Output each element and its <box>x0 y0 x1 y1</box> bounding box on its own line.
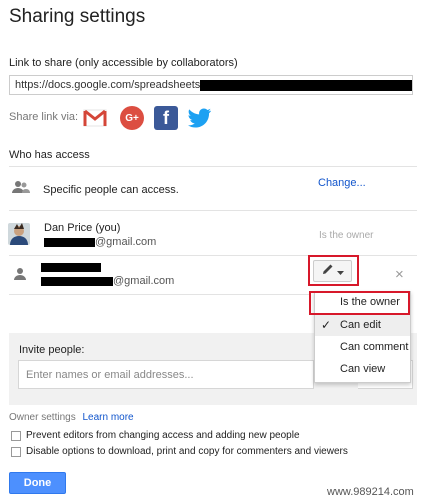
watermark: www.989214.com <box>327 486 414 498</box>
twitter-icon[interactable] <box>188 106 212 130</box>
redacted-name <box>41 263 101 272</box>
invite-label: Invite people: <box>19 344 85 356</box>
owner-role-label: Is the owner <box>319 230 374 241</box>
who-has-access-heading: Who has access <box>9 149 90 161</box>
divider <box>9 210 417 211</box>
checkmark-icon: ✓ <box>321 318 332 332</box>
google-plus-icon[interactable]: G+ <box>120 106 144 130</box>
highlight-box <box>309 291 410 315</box>
menu-item-label: Can view <box>340 363 386 375</box>
redacted-email <box>44 237 95 247</box>
facebook-icon[interactable]: f <box>154 106 178 130</box>
avatar <box>8 223 30 245</box>
disable-download-label: Disable options to download, print and c… <box>26 446 348 457</box>
menu-item-label: Can edit <box>340 319 381 331</box>
share-via-label: Share link via: <box>9 111 79 123</box>
prevent-editors-label: Prevent editors from changing access and… <box>26 430 300 441</box>
collaborator-email: @gmail.com <box>41 275 174 287</box>
menu-item-label: Can comment <box>340 341 409 353</box>
divider <box>9 294 309 295</box>
owner-email: @gmail.com <box>44 236 156 248</box>
menu-item-can-comment[interactable]: Can comment <box>315 337 410 358</box>
menu-item-can-edit[interactable]: ✓ Can edit <box>315 315 410 336</box>
invite-input[interactable]: Enter names or email addresses... <box>18 360 314 389</box>
share-link-url: https://docs.google.com/spreadsheets <box>15 79 201 91</box>
owner-name: Dan Price (you) <box>44 222 121 234</box>
change-access-link[interactable]: Change... <box>318 177 366 189</box>
disable-download-checkbox[interactable] <box>11 446 21 457</box>
google-plus-text: G+ <box>125 112 139 124</box>
menu-item-can-view[interactable]: Can view <box>315 359 410 380</box>
facebook-text: f <box>163 107 169 128</box>
divider <box>9 166 417 167</box>
learn-more-link[interactable]: Learn more <box>82 412 133 423</box>
owner-settings-row: Owner settings Learn more <box>9 412 134 423</box>
share-link-field[interactable]: https://docs.google.com/spreadsheets <box>9 75 413 95</box>
owner-settings-label: Owner settings <box>9 412 76 423</box>
option-row[interactable]: Prevent editors from changing access and… <box>11 430 300 441</box>
prevent-editors-checkbox[interactable] <box>11 430 21 441</box>
link-label: Link to share (only accessible by collab… <box>9 57 238 69</box>
gmail-icon[interactable] <box>83 106 107 130</box>
redacted-link-part <box>200 79 412 91</box>
owner-email-suffix: @gmail.com <box>95 236 157 248</box>
access-level-text: Specific people can access. <box>43 184 179 196</box>
done-button[interactable]: Done <box>9 472 66 494</box>
chevron-down-icon <box>336 262 344 280</box>
remove-person-icon[interactable]: × <box>395 266 404 283</box>
people-group-icon <box>12 180 30 199</box>
person-icon <box>12 266 28 287</box>
role-dropdown-button[interactable] <box>313 260 352 282</box>
collaborator-email-suffix: @gmail.com <box>113 275 175 287</box>
pencil-icon <box>322 262 334 280</box>
option-row[interactable]: Disable options to download, print and c… <box>11 446 348 457</box>
dialog-title: Sharing settings <box>9 6 146 27</box>
redacted-email <box>41 276 113 286</box>
